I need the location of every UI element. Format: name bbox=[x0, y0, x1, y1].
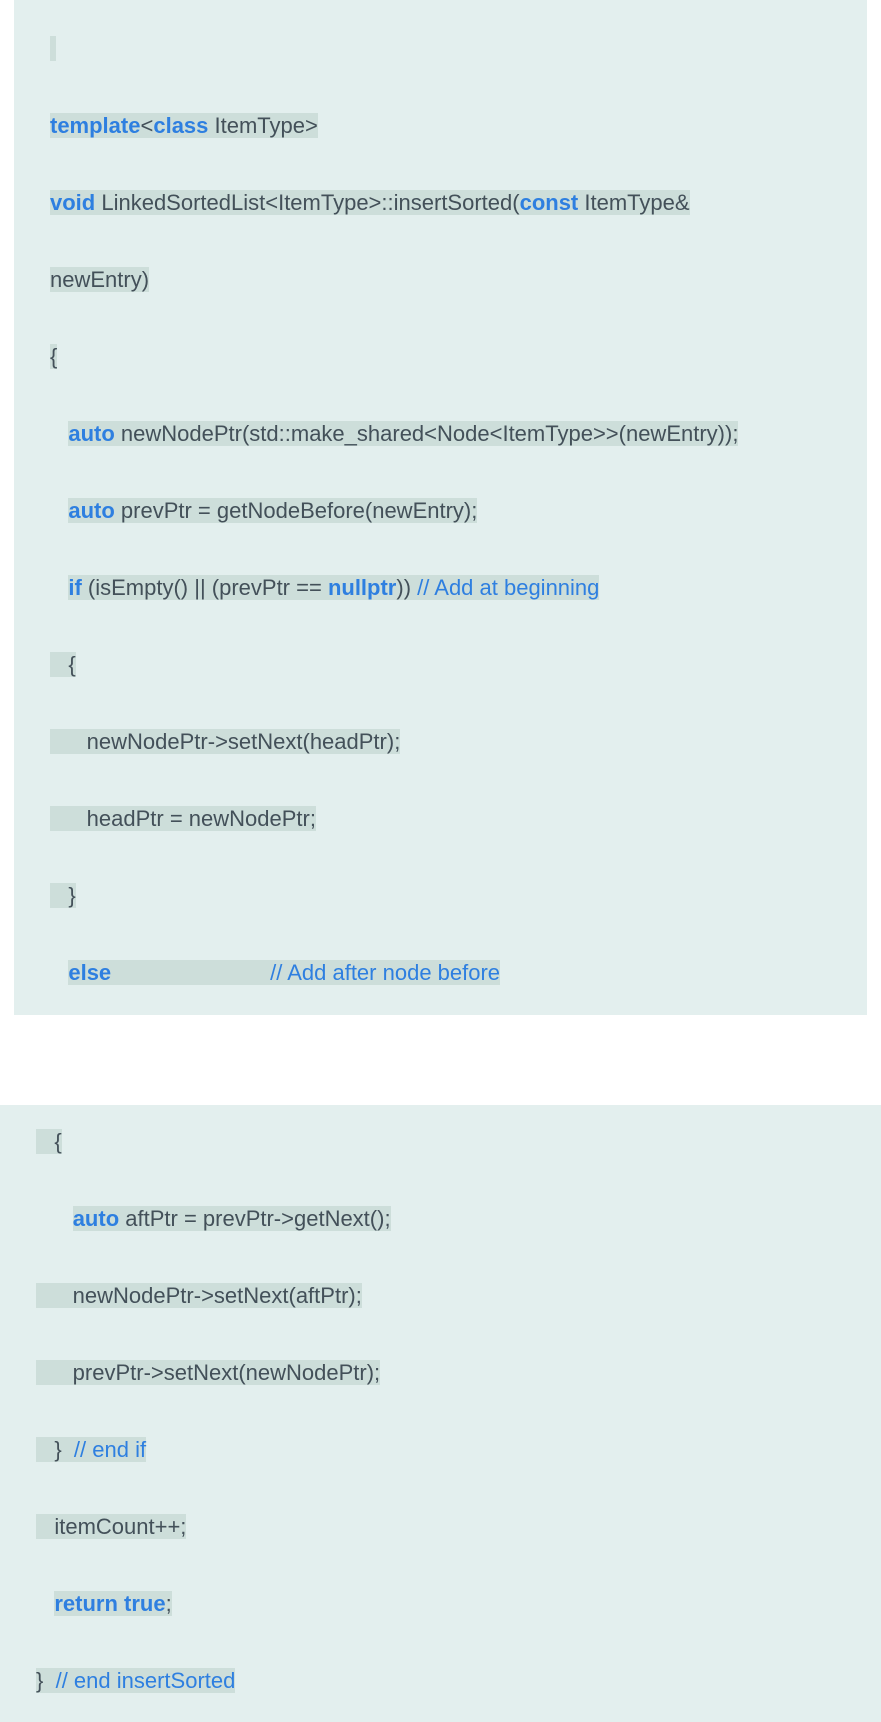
code-line: auto prevPtr = getNodeBefore(newEntry); bbox=[50, 492, 857, 531]
code-block-2: { auto aftPtr = prevPtr->getNext(); newN… bbox=[0, 1105, 881, 1722]
code-line: newEntry) bbox=[50, 261, 857, 300]
indent bbox=[36, 1206, 73, 1231]
token: prevPtr->setNext(newNodePtr); bbox=[36, 1360, 380, 1385]
indent bbox=[50, 575, 68, 600]
token: newNodePtr->setNext(headPtr); bbox=[50, 729, 400, 754]
token: } bbox=[36, 1437, 74, 1462]
code-block-1: template<class ItemType> void LinkedSort… bbox=[14, 0, 867, 1015]
code-line bbox=[50, 30, 857, 69]
token-keyword: auto bbox=[73, 1206, 119, 1231]
code-line: { bbox=[50, 338, 857, 377]
token: headPtr = newNodePtr; bbox=[50, 806, 316, 831]
indent bbox=[50, 498, 68, 523]
token-keyword: true bbox=[124, 1591, 166, 1616]
code-line: headPtr = newNodePtr; bbox=[50, 800, 857, 839]
code-document: template<class ItemType> void LinkedSort… bbox=[0, 0, 881, 1722]
indent bbox=[50, 960, 68, 985]
code-line: { bbox=[50, 646, 857, 685]
token-keyword: nullptr bbox=[328, 575, 396, 600]
token: } bbox=[36, 1668, 56, 1693]
token-keyword: return bbox=[54, 1591, 118, 1616]
token-comment: // Add at beginning bbox=[417, 575, 599, 600]
pad bbox=[111, 960, 270, 985]
code-line: template<class ItemType> bbox=[50, 107, 857, 146]
token-comment: // end if bbox=[74, 1437, 146, 1462]
token-comment: // Add after node before bbox=[270, 960, 500, 985]
code-line: } // end if bbox=[36, 1431, 871, 1470]
code-line: newNodePtr->setNext(aftPtr); bbox=[36, 1277, 871, 1316]
code-line: auto newNodePtr(std::make_shared<Node<It… bbox=[50, 415, 857, 454]
token-comment: // end insertSorted bbox=[56, 1668, 236, 1693]
token: { bbox=[36, 1129, 62, 1154]
token: LinkedSortedList<ItemType>::insertSorted… bbox=[95, 190, 519, 215]
code-line: prevPtr->setNext(newNodePtr); bbox=[36, 1354, 871, 1393]
block-gap bbox=[0, 1015, 881, 1105]
token: newEntry) bbox=[50, 267, 149, 292]
token-keyword: class bbox=[153, 113, 208, 138]
token-keyword: if bbox=[68, 575, 81, 600]
token: aftPtr = prevPtr->getNext(); bbox=[119, 1206, 390, 1231]
code-line: if (isEmpty() || (prevPtr == nullptr)) /… bbox=[50, 569, 857, 608]
token: newNodePtr(std::make_shared<Node<ItemTyp… bbox=[115, 421, 739, 446]
code-line: itemCount++; bbox=[36, 1508, 871, 1547]
code-line: return true; bbox=[36, 1585, 871, 1624]
token-keyword: template bbox=[50, 113, 140, 138]
token-keyword: else bbox=[68, 960, 111, 985]
token: ItemType& bbox=[578, 190, 689, 215]
token-keyword: const bbox=[520, 190, 579, 215]
token: { bbox=[50, 652, 76, 677]
code-pre-1: template<class ItemType> void LinkedSort… bbox=[50, 30, 857, 993]
token: newNodePtr->setNext(aftPtr); bbox=[36, 1283, 362, 1308]
code-pre-2: { auto aftPtr = prevPtr->getNext(); newN… bbox=[36, 1123, 871, 1701]
token: (isEmpty() || (prevPtr == bbox=[82, 575, 328, 600]
token: itemCount++; bbox=[36, 1514, 186, 1539]
code-line: else // Add after node before bbox=[50, 954, 857, 993]
code-line: auto aftPtr = prevPtr->getNext(); bbox=[36, 1200, 871, 1239]
token: { bbox=[50, 344, 57, 369]
code-line: } // end insertSorted bbox=[36, 1662, 871, 1701]
code-line: newNodePtr->setNext(headPtr); bbox=[50, 723, 857, 762]
code-line: } bbox=[50, 877, 857, 916]
token-keyword: auto bbox=[68, 498, 114, 523]
token: prevPtr = getNodeBefore(newEntry); bbox=[115, 498, 478, 523]
token-keyword: void bbox=[50, 190, 95, 215]
indent bbox=[36, 1591, 54, 1616]
token: ItemType> bbox=[208, 113, 317, 138]
code-line: { bbox=[36, 1123, 871, 1162]
token: } bbox=[50, 883, 76, 908]
code-line: void LinkedSortedList<ItemType>::insertS… bbox=[50, 184, 857, 223]
token-keyword: auto bbox=[68, 421, 114, 446]
token: ; bbox=[166, 1591, 172, 1616]
indent bbox=[50, 421, 68, 446]
token: < bbox=[140, 113, 153, 138]
token: )) bbox=[396, 575, 417, 600]
